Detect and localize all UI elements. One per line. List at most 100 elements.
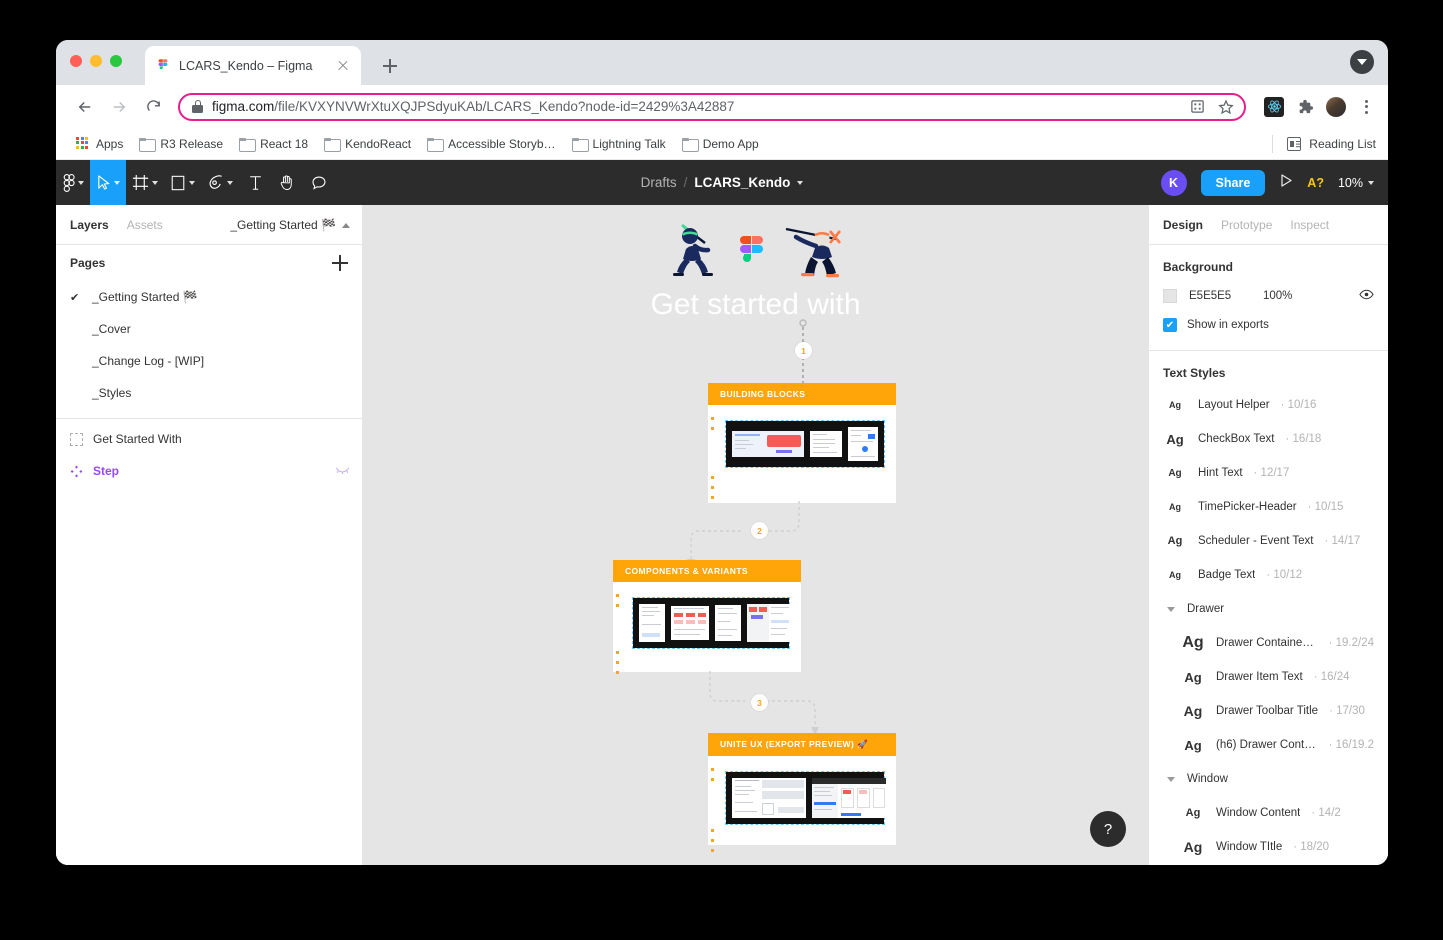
text-style-window-content[interactable]: Ag Window Content · 14/2	[1149, 796, 1388, 830]
bookmark-label: React 18	[260, 136, 309, 151]
apps-grid-icon	[76, 136, 90, 151]
page-item-cover[interactable]: _Cover	[56, 313, 362, 345]
text-tool-button[interactable]	[239, 160, 271, 205]
tab-design[interactable]: Design	[1163, 218, 1203, 232]
bookmark-label: R3 Release	[160, 136, 224, 151]
three-dot-menu-icon[interactable]	[1358, 99, 1374, 114]
hand-tool-button[interactable]	[271, 160, 303, 205]
text-style-timepicker-header[interactable]: Ag TimePicker-Header · 10/15	[1149, 490, 1388, 524]
checkbox[interactable]: ✔	[1163, 318, 1177, 332]
text-style-group-window[interactable]: Window	[1149, 762, 1388, 796]
layer-item-get-started-with[interactable]: Get Started With	[56, 423, 362, 455]
eye-closed-icon[interactable]	[335, 464, 350, 478]
chevron-down-icon[interactable]	[1167, 606, 1175, 612]
chevron-down-icon[interactable]	[1167, 776, 1175, 782]
bookmark-apps[interactable]: Apps	[68, 134, 131, 154]
show-in-exports-row[interactable]: ✔ Show in exports	[1149, 310, 1388, 340]
breadcrumb-project[interactable]: Drafts	[641, 175, 677, 190]
address-bar[interactable]: figma.com/file/KVXYNVWrXtuXQJPSdyuKAb/LC…	[178, 92, 1246, 121]
tab-layers[interactable]: Layers	[70, 218, 109, 232]
reading-list-button[interactable]: Reading List	[1272, 128, 1376, 160]
bookmark-r3-release[interactable]: R3 Release	[131, 134, 231, 154]
window-close-button[interactable]	[70, 55, 82, 67]
text-style-checkbox-text[interactable]: Ag CheckBox Text · 16/18	[1149, 422, 1388, 456]
main-menu-button[interactable]	[56, 160, 90, 205]
bookmark-lightning-talk[interactable]: Lightning Talk	[564, 134, 674, 154]
omnibox-row: figma.com/file/KVXYNVWrXtuXQJPSdyuKAb/LC…	[56, 85, 1388, 128]
tab-search-icon[interactable]	[1350, 50, 1374, 74]
text-style-drawer-container-text[interactable]: Ag Drawer Container Text · 19.2/24	[1149, 626, 1388, 660]
pen-tool-button[interactable]	[201, 160, 239, 205]
text-style-badge-text[interactable]: Ag Badge Text · 10/12	[1149, 558, 1388, 592]
qr-code-icon[interactable]	[1187, 97, 1207, 117]
add-page-button[interactable]	[332, 255, 348, 271]
window-minimize-button[interactable]	[90, 55, 102, 67]
text-style-drawer-toolbar-title[interactable]: Ag Drawer Toolbar Title · 17/30	[1149, 694, 1388, 728]
tab-prototype[interactable]: Prototype	[1221, 218, 1272, 232]
card-building-blocks[interactable]: BUILDING BLOCKS	[708, 383, 896, 503]
page-item-getting-started[interactable]: ✔ _Getting Started 🏁	[56, 281, 362, 313]
close-icon[interactable]	[335, 58, 351, 74]
chevron-down-icon[interactable]	[797, 180, 804, 185]
text-style-group-name: Drawer	[1187, 603, 1225, 615]
text-styles-list[interactable]: Ag Layout Helper · 10/16 Ag CheckBox Tex…	[1149, 388, 1388, 865]
card-components-variants[interactable]: COMPONENTS & VARIANTS	[613, 560, 801, 674]
text-style-meta: · 14/2	[1311, 807, 1341, 819]
bookmark-accessible-storybook[interactable]: Accessible Storyb…	[419, 134, 563, 154]
figma-toolbar: Drafts / LCARS_Kendo K Share A? 10%	[56, 160, 1388, 205]
text-style-group-drawer[interactable]: Drawer	[1149, 592, 1388, 626]
star-icon[interactable]	[1216, 97, 1236, 117]
background-fill-row[interactable]: E5E5E5 100%	[1149, 282, 1388, 310]
text-style-layout-helper[interactable]: Ag Layout Helper · 10/16	[1149, 388, 1388, 422]
background-section-title: Background	[1163, 260, 1234, 274]
breadcrumb-file[interactable]: LCARS_Kendo	[694, 175, 790, 190]
text-style-scheduler-event-text[interactable]: Ag Scheduler - Event Text · 14/17	[1149, 524, 1388, 558]
status-badge[interactable]: A?	[1307, 176, 1324, 190]
puzzle-extensions-icon[interactable]	[1296, 98, 1314, 116]
profile-avatar[interactable]	[1326, 96, 1346, 117]
page-label: _Styles	[92, 386, 132, 400]
background-hex-field[interactable]: E5E5E5	[1189, 290, 1251, 302]
text-style-drawer-item-text[interactable]: Ag Drawer Item Text · 16/24	[1149, 660, 1388, 694]
right-panel-tabs: Design Prototype Inspect	[1149, 205, 1388, 245]
text-style-name: TimePicker-Header	[1198, 501, 1297, 513]
frame-tool-button[interactable]	[126, 160, 164, 205]
present-play-icon[interactable]	[1279, 173, 1293, 193]
bookmark-demo-app[interactable]: Demo App	[674, 134, 767, 154]
back-arrow-icon[interactable]	[70, 92, 100, 122]
eye-icon[interactable]	[1359, 287, 1374, 305]
text-style-h6-drawer-container[interactable]: Ag (h6) Drawer Contain… · 16/19.2	[1149, 728, 1388, 762]
layer-item-step[interactable]: Step	[56, 455, 362, 487]
new-tab-icon[interactable]	[378, 54, 402, 78]
zoom-level-menu[interactable]: 10%	[1338, 176, 1374, 190]
page-item-styles[interactable]: _Styles	[56, 377, 362, 409]
bookmark-kendoreact[interactable]: KendoReact	[316, 134, 419, 154]
text-style-meta: · 17/30	[1329, 705, 1365, 717]
text-style-name: Badge Text	[1198, 569, 1256, 581]
avatar[interactable]: K	[1160, 169, 1187, 196]
comment-tool-button[interactable]	[303, 160, 335, 205]
bookmark-react-18[interactable]: React 18	[231, 134, 316, 154]
card-unite-ux[interactable]: UNITE UX (EXPORT PREVIEW) 🚀	[708, 733, 896, 852]
browser-tab[interactable]: LCARS_Kendo – Figma	[145, 46, 361, 85]
color-swatch[interactable]	[1163, 289, 1177, 303]
window-maximize-button[interactable]	[110, 55, 122, 67]
page-selector[interactable]: _Getting Started 🏁	[230, 205, 350, 245]
bookmark-label: Apps	[96, 136, 124, 151]
react-devtools-icon[interactable]	[1264, 96, 1284, 117]
share-button[interactable]: Share	[1200, 169, 1266, 196]
text-style-meta: · 19.2/24	[1328, 637, 1374, 649]
tab-inspect[interactable]: Inspect	[1290, 218, 1329, 232]
tab-assets[interactable]: Assets	[127, 218, 163, 232]
hero-graphics	[664, 219, 848, 281]
shape-tool-button[interactable]	[164, 160, 201, 205]
help-button[interactable]: ?	[1090, 811, 1126, 847]
reload-icon[interactable]	[138, 92, 168, 122]
move-tool-button[interactable]	[90, 160, 126, 205]
page-item-change-log[interactable]: _Change Log - [WIP]	[56, 345, 362, 377]
text-style-window-title[interactable]: Ag Window TItle · 18/20	[1149, 830, 1388, 864]
forward-arrow-icon[interactable]	[104, 92, 134, 122]
text-style-hint-text[interactable]: Ag Hint Text · 12/17	[1149, 456, 1388, 490]
background-opacity-field[interactable]: 100%	[1263, 290, 1292, 302]
canvas[interactable]: Get started with 1 BUILDING BLOCKS 2 COM…	[363, 205, 1148, 865]
